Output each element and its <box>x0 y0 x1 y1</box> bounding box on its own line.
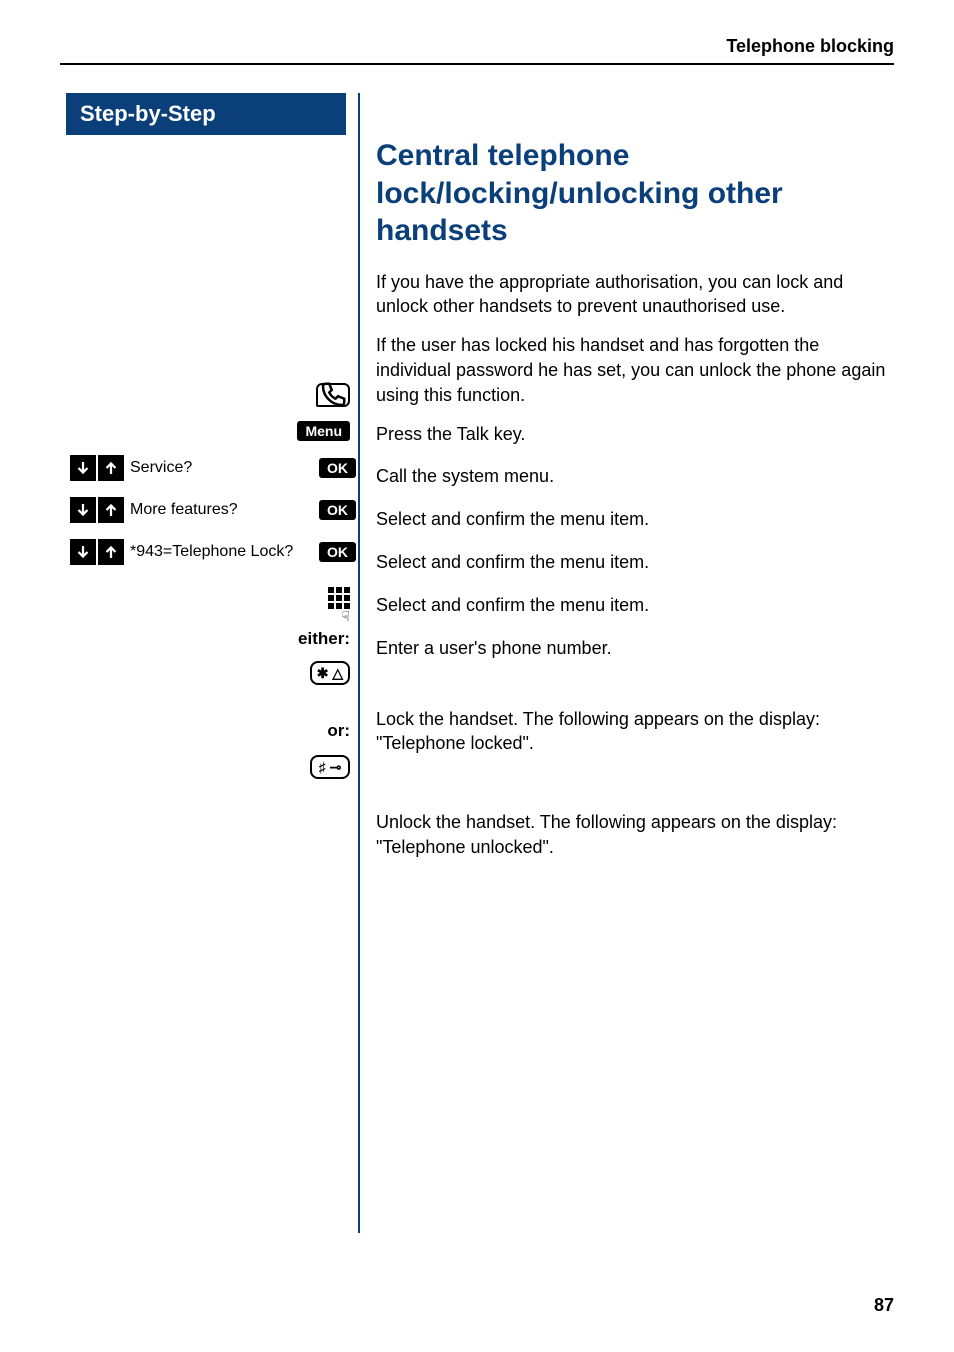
ok-button: OK <box>319 542 356 562</box>
instruction-enter: Enter a user's phone number. <box>376 636 894 661</box>
arrow-down-icon <box>70 497 96 523</box>
content-column: Central telephone lock/locking/unlocking… <box>360 93 894 1233</box>
keypad-icon: ☟ <box>328 587 350 623</box>
page-header: Telephone blocking <box>60 36 894 65</box>
instruction-unlock: Unlock the handset. The following appear… <box>376 810 894 860</box>
step-hash: ♯ ⊸ <box>70 755 350 779</box>
arrow-up-icon <box>98 497 124 523</box>
paragraph-1: If you have the appropriate authorisatio… <box>376 270 894 320</box>
instruction-menu: Call the system menu. <box>376 464 894 489</box>
step-more-features: More features? OK <box>70 497 356 523</box>
instruction-sel1: Select and confirm the menu item. <box>376 507 894 532</box>
step-star: ✱ △ <box>70 661 350 685</box>
step-tel-lock: *943=Telephone Lock? OK <box>70 539 356 565</box>
either-label: either: <box>70 629 350 649</box>
arrow-up-icon <box>98 455 124 481</box>
nav-arrows <box>70 455 124 481</box>
ok-button: OK <box>319 458 356 478</box>
ok-button: OK <box>319 500 356 520</box>
step-column: Step-by-Step Menu Service? OK <box>60 93 360 1233</box>
or-text: or: <box>70 721 350 741</box>
content-title: Central telephone lock/locking/unlocking… <box>376 137 894 250</box>
star-key-icon: ✱ △ <box>310 661 350 685</box>
arrow-up-icon <box>98 539 124 565</box>
step-keypad: ☟ <box>70 587 350 623</box>
page: Telephone blocking Step-by-Step Menu <box>0 0 954 1352</box>
either-text: either: <box>70 629 350 649</box>
menu-button: Menu <box>297 421 350 441</box>
page-number: 87 <box>874 1295 894 1316</box>
menu-item-service: Service? <box>130 458 313 477</box>
paragraph-2: If the user has locked his handset and h… <box>376 333 894 407</box>
step-menu: Menu <box>70 421 350 441</box>
menu-item-tel-lock: *943=Telephone Lock? <box>130 542 313 561</box>
or-label: or: <box>70 721 350 741</box>
arrow-down-icon <box>70 539 96 565</box>
header-section: Telephone blocking <box>726 36 894 56</box>
hash-key-icon: ♯ ⊸ <box>310 755 350 779</box>
menu-item-more-features: More features? <box>130 500 313 519</box>
step-by-step-header: Step-by-Step <box>66 93 346 135</box>
instruction-lock: Lock the handset. The following appears … <box>376 707 894 757</box>
instruction-talk: Press the Talk key. <box>376 422 894 447</box>
nav-arrows <box>70 497 124 523</box>
talk-key-icon <box>316 383 350 407</box>
step-service: Service? OK <box>70 455 356 481</box>
nav-arrows <box>70 539 124 565</box>
content-columns: Step-by-Step Menu Service? OK <box>60 93 894 1233</box>
instruction-sel3: Select and confirm the menu item. <box>376 593 894 618</box>
step-talk <box>70 383 350 407</box>
instruction-sel2: Select and confirm the menu item. <box>376 550 894 575</box>
arrow-down-icon <box>70 455 96 481</box>
